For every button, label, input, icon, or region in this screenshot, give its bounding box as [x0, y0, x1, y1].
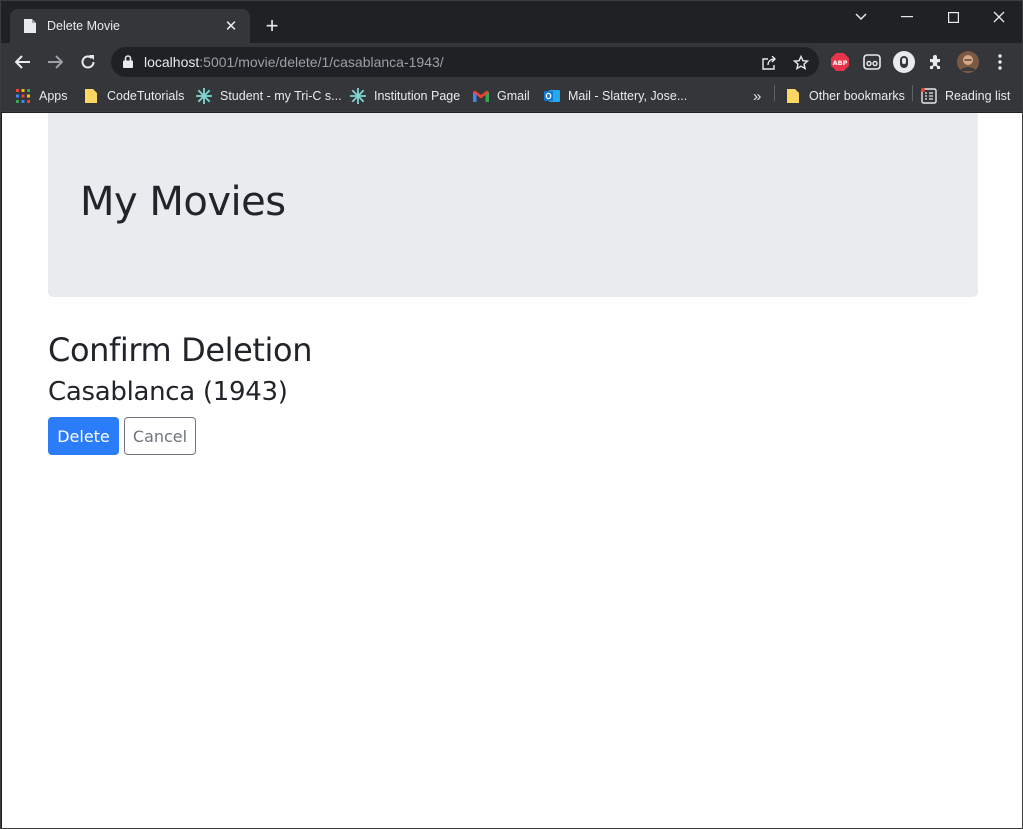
browser-window: Delete Movie ✕ + localhost:5001/movie/de…: [0, 0, 1023, 829]
back-icon[interactable]: [10, 49, 36, 75]
page-viewport: My Movies Confirm Deletion Casablanca (1…: [2, 113, 1022, 828]
bookmark-label: Gmail: [497, 89, 530, 103]
bookmark-label: Institution Page: [374, 89, 461, 103]
tab-search-icon[interactable]: [849, 5, 873, 29]
lock-icon[interactable]: [123, 55, 133, 73]
avatar[interactable]: [957, 51, 979, 73]
bookmarks-divider: [774, 85, 775, 101]
bookmarks-bar: Apps CodeTutorials Student - my Tri-C s.…: [1, 80, 1022, 112]
outlook-icon: [544, 88, 560, 104]
bookmark-label: Mail - Slattery, Jose...: [568, 89, 688, 103]
bookmark-label: Apps: [39, 89, 68, 103]
menu-kebab-icon[interactable]: [989, 51, 1011, 73]
bookmark-codetutorials[interactable]: CodeTutorials: [83, 86, 184, 106]
bookmark-gmail[interactable]: Gmail: [473, 86, 530, 106]
bookmark-other-bookmarks[interactable]: Other bookmarks: [785, 86, 905, 106]
bookmarks-divider: [912, 85, 913, 101]
bookmark-label: Other bookmarks: [809, 89, 905, 103]
cancel-button[interactable]: Cancel: [124, 417, 196, 455]
address-bar[interactable]: localhost:5001/movie/delete/1/casablanca…: [111, 47, 819, 77]
browser-toolbar: localhost:5001/movie/delete/1/casablanca…: [1, 43, 1022, 80]
new-tab-button[interactable]: +: [260, 15, 284, 39]
url-path: :5001/movie/delete/1/casablanca-1943/: [199, 54, 444, 70]
close-window-icon[interactable]: [987, 5, 1011, 29]
url-host: localhost: [144, 54, 200, 70]
adblock-plus-icon[interactable]: ABP: [829, 51, 851, 73]
url-text[interactable]: localhost:5001/movie/delete/1/casablanca…: [144, 54, 444, 70]
svg-text:ABP: ABP: [833, 59, 848, 67]
bookmarks-overflow-button[interactable]: »: [753, 86, 761, 106]
extension-profile-icon[interactable]: [893, 51, 915, 73]
tab-delete-movie[interactable]: Delete Movie ✕: [10, 9, 250, 43]
bookmark-apps[interactable]: Apps: [15, 86, 68, 106]
reload-icon[interactable]: [75, 49, 101, 75]
bookmark-star-icon[interactable]: [791, 53, 811, 73]
bookmark-label: Reading list: [945, 89, 1011, 103]
maximize-icon[interactable]: [941, 5, 965, 29]
page-icon: [22, 18, 38, 34]
page-header: My Movies: [48, 113, 978, 297]
extensions-puzzle-icon[interactable]: [925, 51, 947, 73]
reading-list-icon: [921, 88, 937, 104]
tab-title: Delete Movie: [47, 19, 120, 33]
close-tab-icon[interactable]: ✕: [222, 17, 240, 35]
apps-grid-icon: [15, 88, 31, 104]
share-icon[interactable]: [759, 53, 779, 73]
movie-title: Casablanca (1943): [48, 377, 288, 407]
tab-strip: Delete Movie ✕ +: [1, 1, 1022, 43]
reading-list-button[interactable]: Reading list: [921, 86, 1010, 106]
gmail-icon: [473, 88, 489, 104]
folder-icon: [83, 88, 99, 104]
snowflake-icon: [196, 88, 212, 104]
minimize-icon[interactable]: [895, 5, 919, 29]
bookmark-label: CodeTutorials: [107, 89, 185, 103]
forward-icon[interactable]: [42, 49, 68, 75]
site-title: My Movies: [80, 179, 286, 225]
snowflake-icon: [350, 88, 366, 104]
delete-button[interactable]: Delete: [48, 417, 119, 455]
bookmark-institution-page[interactable]: Institution Page: [350, 86, 460, 106]
page-title: Confirm Deletion: [48, 331, 313, 369]
folder-icon: [785, 88, 801, 104]
bookmark-label: Student - my Tri-C s...: [220, 89, 342, 103]
bookmark-student[interactable]: Student - my Tri-C s...: [196, 86, 342, 106]
bookmark-mail[interactable]: Mail - Slattery, Jose...: [544, 86, 687, 106]
extension-goggles-icon[interactable]: [861, 51, 883, 73]
